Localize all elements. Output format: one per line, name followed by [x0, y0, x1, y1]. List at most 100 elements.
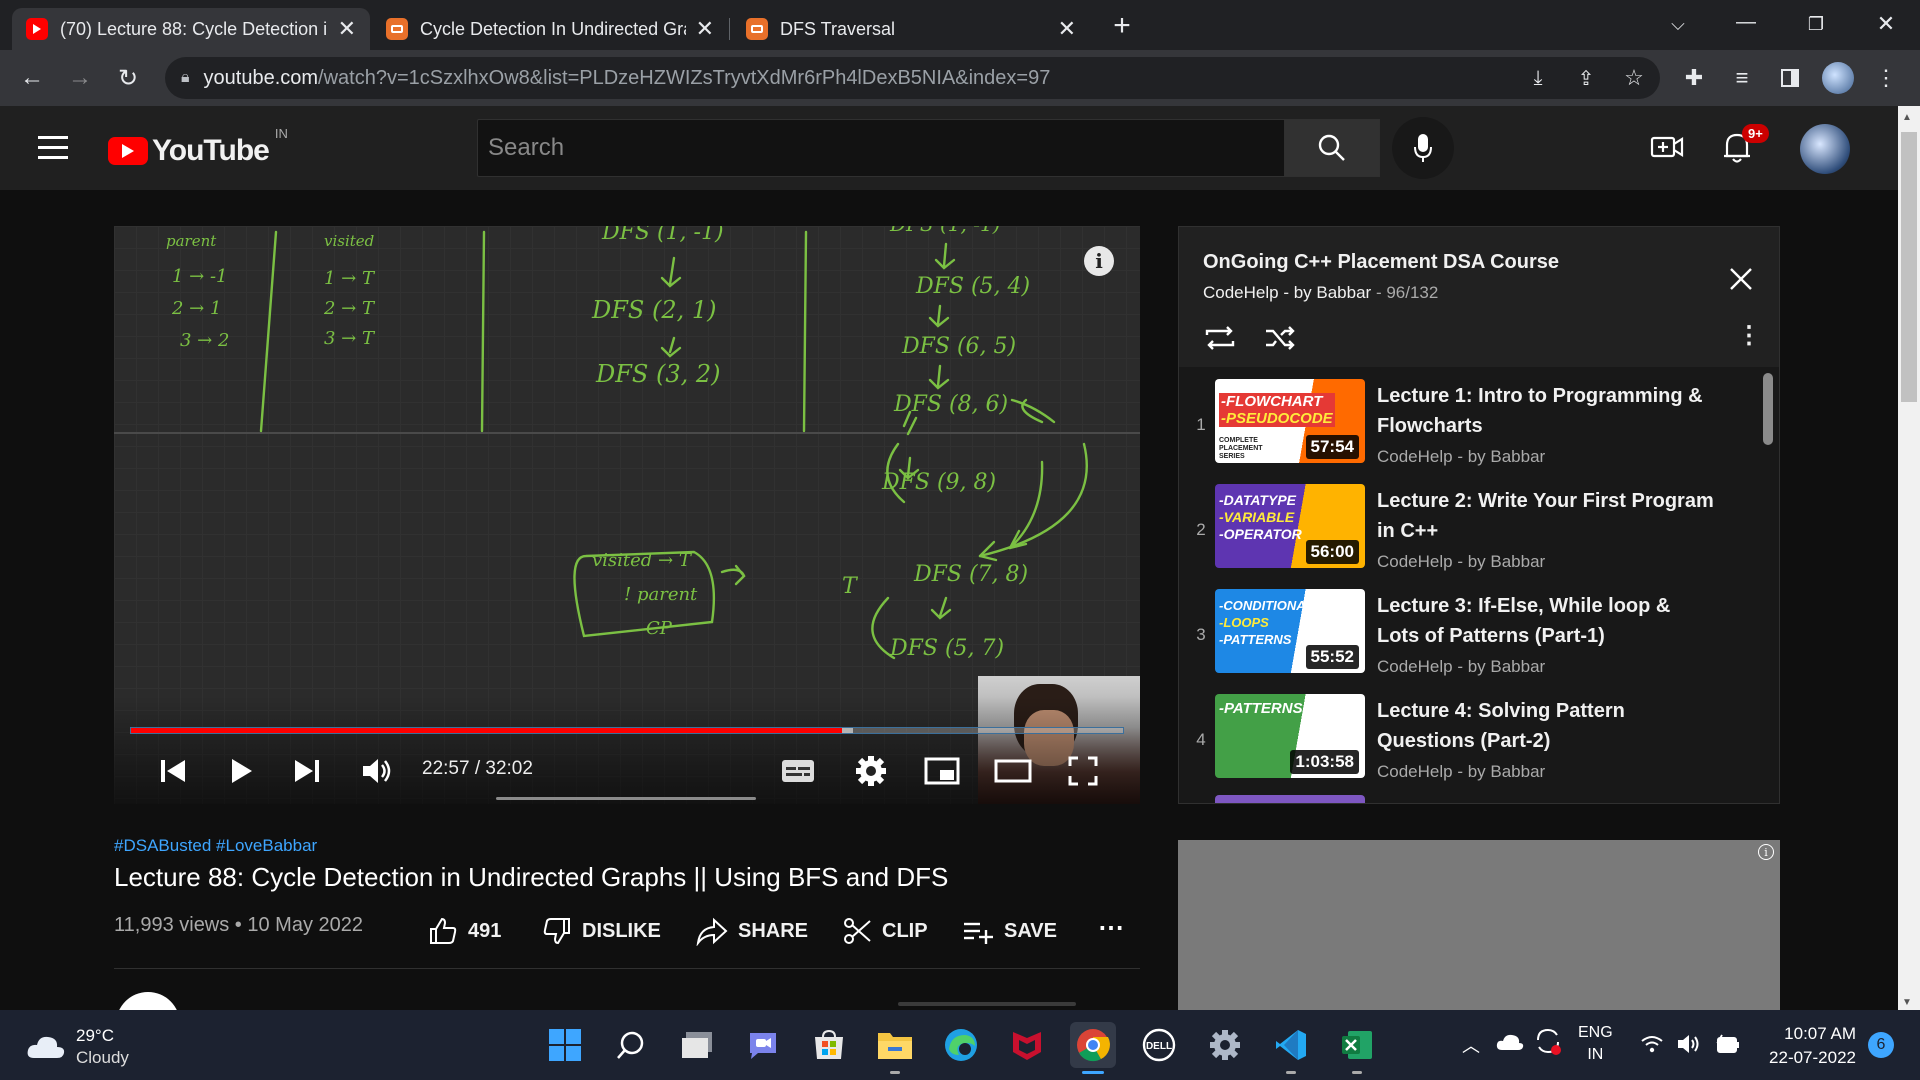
shuffle-icon[interactable]: [1263, 323, 1297, 353]
search-button[interactable]: [1284, 119, 1380, 177]
dislike-button[interactable]: DISLIKE: [542, 916, 661, 946]
notifications-button[interactable]: 9+: [1722, 124, 1769, 169]
show-hidden-icons-chevron-icon[interactable]: ︿: [1462, 1032, 1480, 1058]
previous-video-icon[interactable]: [158, 756, 188, 786]
theater-mode-icon[interactable]: [994, 756, 1032, 786]
close-tab-icon[interactable]: ✕: [696, 16, 714, 42]
info-card-icon[interactable]: i: [1084, 246, 1114, 276]
progress-bar[interactable]: [130, 727, 1124, 734]
browser-tab-2[interactable]: Cycle Detection In Undirected Graph ✕: [372, 8, 728, 50]
close-tab-icon[interactable]: ✕: [338, 16, 356, 42]
playlist-item-title[interactable]: Lecture 2: Write Your First Program in C…: [1377, 486, 1717, 546]
extensions-puzzle-icon[interactable]: ✚: [1676, 60, 1712, 96]
search-input[interactable]: Search: [477, 119, 1285, 177]
task-view-icon[interactable]: [674, 1022, 720, 1068]
chrome-menu-icon[interactable]: ⋮: [1868, 60, 1904, 96]
chrome-taskbar-icon[interactable]: [1070, 1022, 1116, 1074]
scroll-down-arrow-icon[interactable]: ▼: [1902, 997, 1912, 1008]
share-page-icon[interactable]: ⇪: [1568, 60, 1604, 96]
close-window-icon[interactable]: ✕: [1868, 6, 1904, 42]
teams-chat-icon[interactable]: [740, 1022, 786, 1068]
browser-tab-active[interactable]: (70) Lecture 88: Cycle Detection in Undi…: [12, 8, 370, 50]
clip-button[interactable]: CLIP: [842, 916, 928, 946]
playlist-item-thumbnail[interactable]: -FLOWCHART -PSEUDOCODE COMPLETE PLACEMEN…: [1215, 379, 1365, 463]
battery-charging-icon[interactable]: [1714, 1032, 1742, 1056]
playlist-item-title[interactable]: Lecture 1: Intro to Programming & Flowch…: [1377, 381, 1717, 441]
playlist-item-title[interactable]: Lecture 3: If-Else, While loop & Lots of…: [1377, 591, 1717, 651]
next-video-icon[interactable]: [292, 756, 322, 786]
fullscreen-icon[interactable]: [1068, 756, 1098, 786]
close-tab-icon[interactable]: ✕: [1058, 16, 1076, 42]
playlist-channel[interactable]: CodeHelp - by Babbar: [1203, 283, 1371, 302]
browser-tab-3[interactable]: DFS Traversal ✕: [732, 8, 1090, 50]
address-bar[interactable]: 🔒︎ youtube.com /watch?v=1cSzxlhxOw8&list…: [165, 57, 1660, 99]
restore-icon[interactable]: ❐: [1798, 6, 1834, 42]
subtitles-icon[interactable]: [780, 756, 816, 786]
playlist-item[interactable]: 1 -FLOWCHART -PSEUDOCODE COMPLETE PLACEM…: [1179, 375, 1779, 479]
scroll-up-arrow-icon[interactable]: ▲: [1902, 112, 1912, 123]
playlist-item-channel[interactable]: CodeHelp - by Babbar: [1377, 552, 1545, 572]
playlist-item-channel[interactable]: CodeHelp - by Babbar: [1377, 447, 1545, 467]
wifi-icon[interactable]: [1640, 1034, 1664, 1054]
share-button[interactable]: SHARE: [696, 916, 808, 946]
new-tab-icon[interactable]: +: [1104, 8, 1140, 44]
edge-browser-icon[interactable]: [938, 1022, 984, 1068]
file-explorer-icon[interactable]: [872, 1022, 918, 1074]
volume-icon[interactable]: [360, 756, 394, 786]
tab-search-chevron-icon[interactable]: ⌵: [1660, 6, 1696, 42]
playlist-title[interactable]: OnGoing C++ Placement DSA Course: [1203, 251, 1559, 274]
settings-gear-icon[interactable]: [854, 754, 888, 788]
search-taskbar-icon[interactable]: [608, 1022, 654, 1068]
onedrive-cloud-icon[interactable]: [1496, 1032, 1524, 1052]
video-player[interactable]: parent visited 1 → -1 2 → 1 3 → 2 1 → T …: [114, 226, 1140, 804]
clock[interactable]: 10:07 AM 22-07-2022: [1746, 1022, 1856, 1070]
playlist-item-title[interactable]: Lecture 4: Solving Pattern Questions (Pa…: [1377, 696, 1717, 756]
youtube-logo[interactable]: YouTube IN: [108, 126, 288, 168]
forward-icon[interactable]: →: [62, 60, 98, 96]
playlist-item-thumbnail[interactable]: -DATATYPE -VARIABLE -OPERATOR 56:00: [1215, 484, 1365, 568]
minimize-icon[interactable]: —: [1728, 4, 1764, 40]
microsoft-store-icon[interactable]: [806, 1022, 852, 1068]
playlist-item[interactable]: 4 -PATTERNS 1:03:58 Lecture 4: Solving P…: [1179, 690, 1779, 794]
back-icon[interactable]: ←: [14, 60, 50, 96]
video-hashtags[interactable]: #DSABusted #LoveBabbar: [114, 836, 317, 856]
account-avatar[interactable]: [1800, 124, 1850, 174]
playlist-item-channel[interactable]: CodeHelp - by Babbar: [1377, 657, 1545, 677]
dell-icon[interactable]: DELL: [1136, 1022, 1182, 1068]
ad-info-icon[interactable]: i: [1758, 844, 1774, 860]
scrollbar-thumb[interactable]: [1901, 132, 1917, 402]
playlist-item[interactable]: 2 -DATATYPE -VARIABLE -OPERATOR 56:00 Le…: [1179, 480, 1779, 584]
create-video-button[interactable]: [1650, 132, 1684, 167]
settings-taskbar-icon[interactable]: [1202, 1022, 1248, 1068]
playlist-item-thumbnail[interactable]: -PATTERNS 1:03:58: [1215, 694, 1365, 778]
side-panel-icon[interactable]: [1772, 60, 1808, 96]
reload-icon[interactable]: ↻: [110, 60, 146, 96]
excel-icon[interactable]: [1334, 1022, 1380, 1074]
language-indicator[interactable]: ENG IN: [1578, 1022, 1613, 1066]
save-button[interactable]: SAVE: [962, 916, 1057, 946]
mcafee-icon[interactable]: [1004, 1022, 1050, 1068]
speaker-volume-icon[interactable]: [1676, 1032, 1702, 1056]
profile-avatar[interactable]: [1820, 60, 1856, 96]
play-icon[interactable]: [226, 756, 256, 786]
playlist-item-channel[interactable]: CodeHelp - by Babbar: [1377, 762, 1545, 782]
start-windows-icon[interactable]: [542, 1022, 588, 1068]
loop-playlist-icon[interactable]: [1203, 323, 1237, 353]
sync-status-icon[interactable]: [1534, 1026, 1562, 1056]
playlist-scrollbar-thumb[interactable]: [1763, 373, 1773, 445]
page-scrollbar[interactable]: ▲ ▼: [1898, 106, 1920, 1010]
bookmark-star-icon[interactable]: ☆: [1616, 60, 1652, 96]
notification-center-badge[interactable]: 6: [1868, 1032, 1894, 1058]
lock-icon[interactable]: 🔒︎: [181, 69, 190, 87]
more-actions-icon[interactable]: ⋯: [1098, 912, 1124, 943]
voice-search-button[interactable]: [1392, 117, 1454, 179]
vscode-icon[interactable]: [1268, 1022, 1314, 1074]
playlist-item[interactable]: 3 -CONDITIONALS -LOOPS -PATTERNS 55:52 L…: [1179, 585, 1779, 689]
close-playlist-icon[interactable]: [1727, 265, 1755, 293]
hamburger-menu-icon[interactable]: [38, 136, 68, 160]
install-app-icon[interactable]: ⤓: [1520, 60, 1556, 96]
playlist-more-icon[interactable]: ⋮: [1737, 321, 1761, 350]
media-controls-icon[interactable]: ≡: [1724, 60, 1760, 96]
like-button[interactable]: 491: [428, 916, 501, 946]
playlist-item-thumbnail[interactable]: -CONDITIONALS -LOOPS -PATTERNS 55:52: [1215, 589, 1365, 673]
